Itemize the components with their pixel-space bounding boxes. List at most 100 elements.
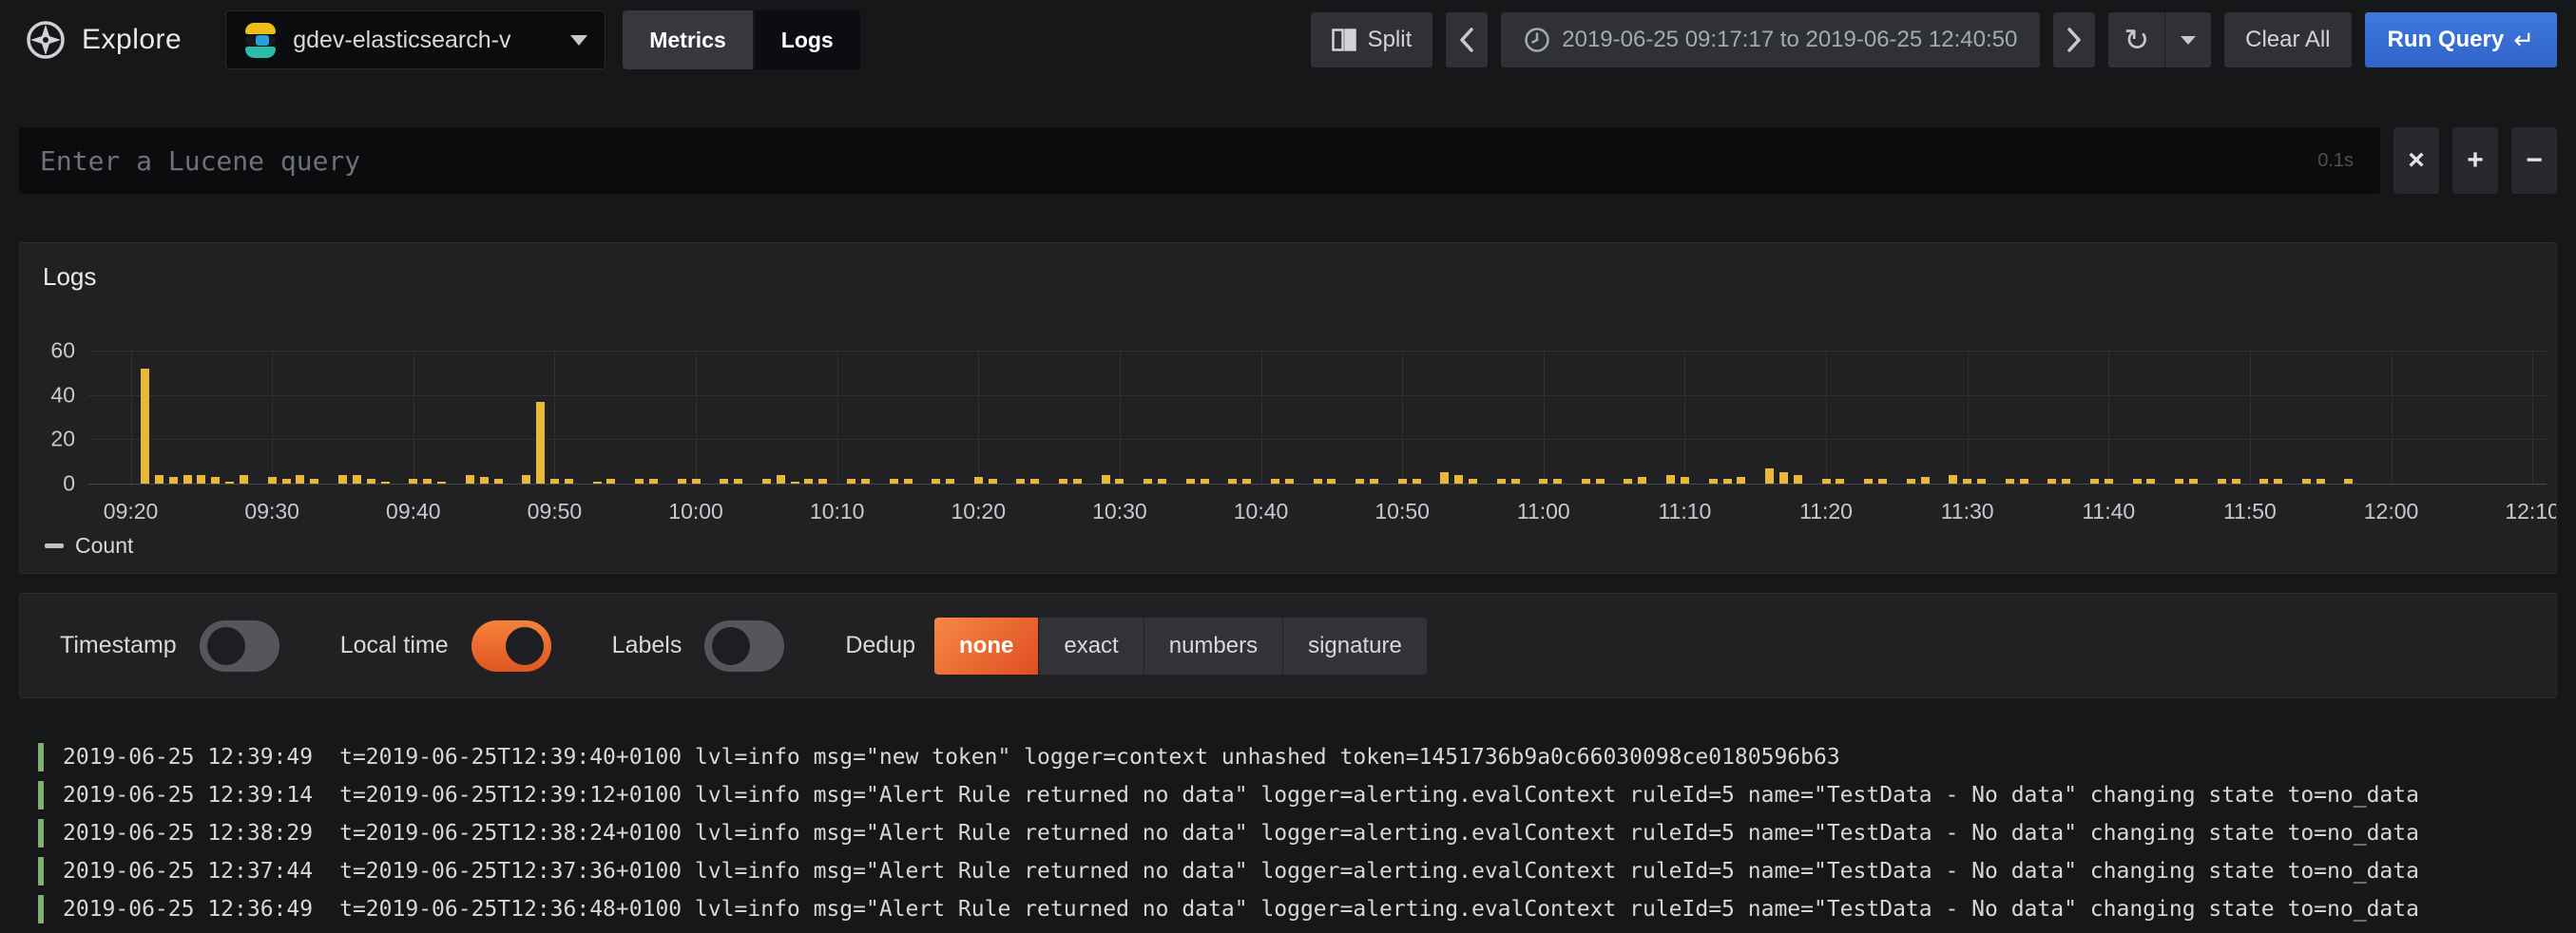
log-row[interactable]: 2019-06-25 12:39:14t=2019-06-25T12:39:12… bbox=[38, 776, 2557, 814]
chart-bar bbox=[720, 479, 728, 484]
chart-bar bbox=[678, 479, 686, 484]
chart-bar bbox=[1413, 479, 1421, 484]
logs-histogram: 604020009:2009:3009:4009:5010:0010:1010:… bbox=[20, 243, 2556, 573]
y-gridline bbox=[88, 484, 2547, 485]
clock-icon bbox=[1524, 27, 1550, 53]
log-timestamp: 2019-06-25 12:38:29 bbox=[63, 821, 313, 846]
log-row[interactable]: 2019-06-25 12:36:49t=2019-06-25T12:36:48… bbox=[38, 890, 2557, 928]
x-gridline bbox=[837, 351, 838, 484]
time-range-picker[interactable]: 2019-06-25 09:17:17 to 2019-06-25 12:40:… bbox=[1501, 12, 2040, 67]
y-gridline bbox=[88, 351, 2547, 352]
timestamp-toggle[interactable] bbox=[200, 620, 279, 672]
dedup-option-signature[interactable]: signature bbox=[1283, 618, 1427, 675]
log-level-indicator bbox=[38, 781, 44, 809]
chart-bar bbox=[1624, 479, 1632, 484]
chart-bar bbox=[2146, 479, 2155, 484]
refresh-button[interactable]: ↻ bbox=[2108, 12, 2164, 67]
chart-bar bbox=[1582, 479, 1590, 484]
query-elapsed-time: 0.1s bbox=[2317, 150, 2354, 172]
time-shift-forward-button[interactable] bbox=[2053, 12, 2095, 67]
x-tick-label: 11:10 bbox=[1658, 499, 1711, 524]
x-tick-label: 11:50 bbox=[2223, 499, 2277, 524]
x-tick-label: 09:30 bbox=[244, 499, 299, 524]
clear-all-button[interactable]: Clear All bbox=[2224, 12, 2351, 67]
x-tick-label: 10:50 bbox=[1375, 499, 1430, 524]
chart-bar bbox=[1030, 479, 1039, 484]
legend-series-label[interactable]: Count bbox=[75, 533, 133, 559]
chart-bar bbox=[1963, 479, 1971, 484]
chart-bar bbox=[1511, 479, 1520, 484]
log-timestamp: 2019-06-25 12:39:14 bbox=[63, 783, 313, 808]
dedup-control: Dedup noneexactnumberssignature bbox=[845, 618, 1426, 675]
chart-bar bbox=[1201, 479, 1209, 484]
chart-bar bbox=[2302, 479, 2311, 484]
chart-bar bbox=[1158, 479, 1166, 484]
chart-bar bbox=[211, 477, 220, 484]
chart-bar bbox=[282, 479, 291, 484]
chart-bar bbox=[1539, 479, 1548, 484]
chart-bar bbox=[1596, 479, 1605, 484]
time-shift-back-button[interactable] bbox=[1446, 12, 1488, 67]
run-query-button[interactable]: Run Query ↵ bbox=[2365, 12, 2557, 67]
query-placeholder: Enter a Lucene query bbox=[40, 145, 2317, 177]
collapse-query-button[interactable]: − bbox=[2511, 127, 2557, 194]
refresh-interval-dropdown[interactable] bbox=[2165, 12, 2211, 67]
x-gridline bbox=[413, 351, 414, 484]
chart-bar bbox=[1073, 479, 1082, 484]
chart-bar bbox=[409, 479, 417, 484]
log-row-partial[interactable] bbox=[38, 928, 2557, 933]
x-tick-label: 11:40 bbox=[2082, 499, 2135, 524]
log-row[interactable]: 2019-06-25 12:37:44t=2019-06-25T12:37:36… bbox=[38, 852, 2557, 890]
tab-logs[interactable]: Logs bbox=[755, 10, 860, 69]
chevron-down-icon bbox=[570, 35, 587, 46]
chart-bar bbox=[1398, 479, 1407, 484]
chart-bar bbox=[2175, 479, 2183, 484]
log-message: t=2019-06-25T12:37:36+0100 lvl=info msg=… bbox=[339, 859, 2557, 884]
local-time-toggle[interactable] bbox=[471, 620, 551, 672]
switch-control-local-time: Local time bbox=[340, 620, 551, 672]
chart-bar bbox=[1469, 479, 1477, 484]
log-level-indicator bbox=[38, 819, 44, 847]
log-level-indicator bbox=[38, 857, 44, 885]
chevron-down-icon bbox=[2181, 36, 2196, 45]
chart-plot[interactable]: 604020009:2009:3009:4009:5010:0010:1010:… bbox=[88, 351, 2547, 484]
datasource-picker[interactable]: gdev-elasticsearch-v bbox=[225, 10, 606, 69]
x-gridline bbox=[2250, 351, 2251, 484]
labels-toggle[interactable] bbox=[704, 620, 784, 672]
chart-bar bbox=[1271, 479, 1279, 484]
chart-bar bbox=[2133, 479, 2142, 484]
x-gridline bbox=[1968, 351, 1969, 484]
dedup-option-exact[interactable]: exact bbox=[1039, 618, 1143, 675]
mode-toggle-group: Metrics Logs bbox=[623, 10, 860, 69]
chart-bar bbox=[1864, 479, 1873, 484]
log-row[interactable]: 2019-06-25 12:39:49t=2019-06-25T12:39:40… bbox=[38, 738, 2557, 776]
chart-bar bbox=[1737, 477, 1745, 484]
chart-bar bbox=[692, 479, 701, 484]
log-level-indicator bbox=[38, 895, 44, 923]
chart-bar bbox=[847, 479, 855, 484]
log-level-indicator bbox=[38, 743, 44, 771]
chart-bar bbox=[1355, 479, 1364, 484]
x-tick-label: 10:20 bbox=[952, 499, 1007, 524]
lucene-query-input[interactable]: Enter a Lucene query 0.1s bbox=[19, 127, 2380, 194]
remove-query-button[interactable]: × bbox=[2393, 127, 2439, 194]
x-gridline bbox=[554, 351, 555, 484]
datasource-name: gdev-elasticsearch-v bbox=[293, 27, 555, 54]
chart-bar bbox=[494, 479, 503, 484]
add-query-button[interactable]: + bbox=[2452, 127, 2498, 194]
chart-bar bbox=[1440, 472, 1449, 484]
dedup-option-numbers[interactable]: numbers bbox=[1144, 618, 1282, 675]
legend-series-marker[interactable] bbox=[45, 543, 64, 548]
chart-bar bbox=[338, 475, 347, 484]
log-row[interactable]: 2019-06-25 12:38:29t=2019-06-25T12:38:24… bbox=[38, 814, 2557, 852]
dedup-option-none[interactable]: none bbox=[934, 618, 1038, 675]
refresh-button-group: ↻ bbox=[2108, 12, 2211, 67]
split-button[interactable]: Split bbox=[1311, 12, 1433, 67]
chevron-right-icon bbox=[2065, 27, 2084, 53]
chart-bar bbox=[169, 477, 178, 484]
x-gridline bbox=[272, 351, 273, 484]
chart-bar bbox=[1765, 468, 1774, 484]
tab-metrics[interactable]: Metrics bbox=[623, 10, 753, 69]
chart-bar bbox=[536, 402, 545, 484]
chart-bar bbox=[818, 479, 827, 484]
